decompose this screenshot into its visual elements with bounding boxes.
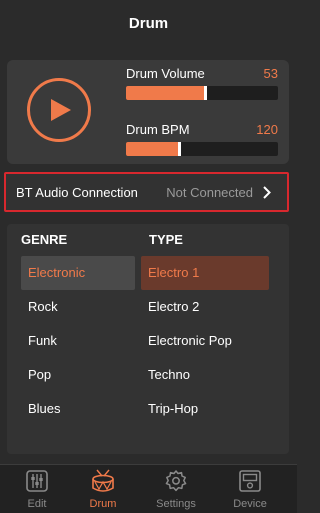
genre-list-item[interactable]: Pop [21,358,135,392]
tab-drum-label: Drum [89,498,117,510]
tab-edit[interactable]: Edit [0,465,74,513]
type-list-item[interactable]: Electro 1 [141,256,269,290]
chevron-right-icon [263,186,271,199]
volume-thumb[interactable] [204,86,207,100]
genre-list-item[interactable]: Blues [21,392,135,426]
genre-list-item[interactable]: Electronic [21,256,135,290]
bt-status: Not Connected [166,185,253,200]
genre-list-item[interactable]: Funk [21,324,135,358]
bottom-tab-bar: Edit Drum Settings Device [0,464,297,513]
volume-slider[interactable] [126,86,278,100]
drum-icon [92,469,114,492]
volume-value: 53 [263,66,278,81]
bpm-control: Drum BPM 120 [126,122,278,156]
tab-settings[interactable]: Settings [139,465,213,513]
volume-label: Drum Volume [126,66,205,81]
drum-player-panel: Drum Volume 53 Drum BPM 120 [7,60,289,164]
bt-audio-label: BT Audio Connection [16,185,138,200]
bpm-label: Drum BPM [126,122,190,137]
bpm-thumb[interactable] [178,142,181,156]
tab-device-label: Device [233,498,267,510]
type-header: TYPE [149,232,183,247]
volume-control: Drum Volume 53 [126,66,278,100]
sliders-icon [26,470,48,492]
tab-drum[interactable]: Drum [66,465,140,513]
type-list-item[interactable]: Electro 2 [141,290,269,324]
gear-icon [165,470,187,492]
tab-edit-label: Edit [27,498,47,510]
tab-settings-label: Settings [156,498,196,510]
bpm-fill [126,142,181,156]
tab-device[interactable]: Device [213,465,287,513]
genre-header: GENRE [21,232,68,247]
type-list-item[interactable]: Electronic Pop [141,324,269,358]
bpm-value: 120 [256,122,278,137]
genre-list-item[interactable]: Rock [21,290,135,324]
type-list-item[interactable]: Techno [141,358,269,392]
page-title: Drum [128,14,169,32]
device-icon [239,470,261,492]
genre-type-panel: GENRE TYPE Electronic Rock Funk Pop Blues El… [7,224,289,454]
play-icon [51,99,71,121]
type-list-item[interactable]: Trip-Hop [141,392,269,426]
bt-audio-connection-row[interactable]: BT Audio Connection Not Connected [4,172,289,212]
volume-fill [126,86,207,100]
play-button[interactable] [27,78,91,142]
bpm-slider[interactable] [126,142,278,156]
